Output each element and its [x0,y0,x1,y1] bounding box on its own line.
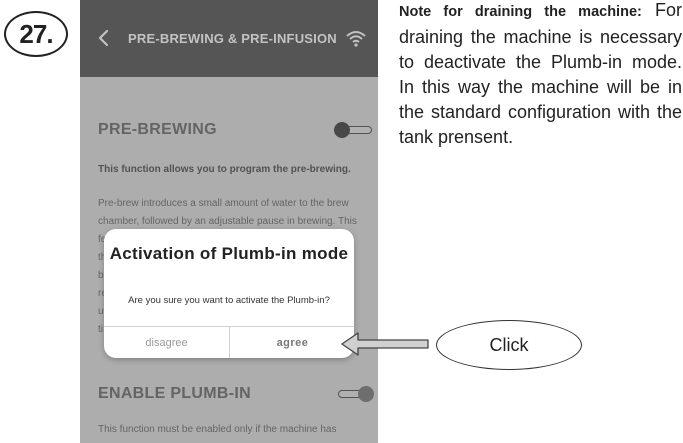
phone-screen: PRE-BREWING & PRE-INFUSION PRE-BREWING T… [80,0,378,443]
plumb-in-confirm-dialog: Activation of Plumb-in mode Are you sure… [104,229,354,358]
note-title: Note for draining the machine: [399,4,642,20]
agree-button[interactable]: agree [230,327,354,358]
click-callout: Click [436,320,582,370]
modal-overlay [80,0,378,443]
step-number-badge: 27. [4,11,68,57]
disagree-button[interactable]: disagree [104,327,229,358]
dialog-message: Are you sure you want to activate the Pl… [128,295,330,306]
dialog-title: Activation of Plumb-in mode [109,244,349,263]
arrow-left-icon [341,332,429,356]
note-body: For draining the machine is necessary to… [399,0,682,147]
note-text: Note for draining the machine: For drain… [399,0,682,150]
